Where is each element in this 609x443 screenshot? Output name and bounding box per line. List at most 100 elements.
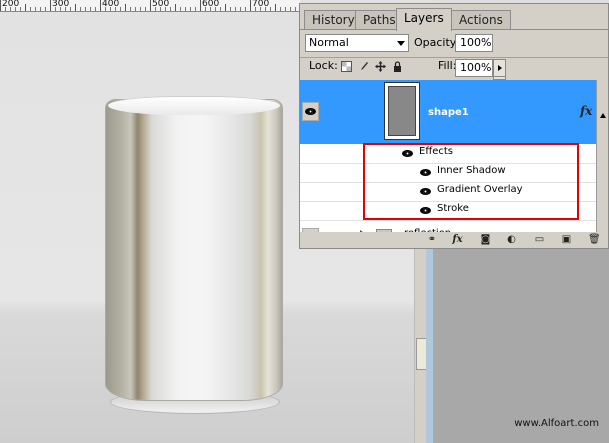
new-layer-icon[interactable]: ▣: [561, 235, 572, 245]
layer-thumbnail: [384, 82, 420, 140]
ruler-tick: [110, 7, 111, 11]
lock-transparent-icon[interactable]: [341, 61, 352, 72]
ruler-tick: [95, 7, 96, 11]
ruler-tick: [5, 7, 6, 11]
lock-image-brush-icon[interactable]: [358, 61, 369, 72]
add-mask-icon[interactable]: ◙: [480, 235, 491, 245]
tab-divider: [300, 29, 608, 30]
ruler-tick: [145, 7, 146, 11]
ruler-tick: [285, 7, 286, 11]
adjustment-layer-icon[interactable]: ◐: [506, 235, 517, 245]
ruler-tick: [295, 7, 296, 11]
ruler-tick: [270, 7, 271, 11]
canvas-edge-strip: [426, 248, 433, 443]
ruler-tick: [85, 7, 86, 11]
ruler-tick: [290, 7, 291, 11]
ruler-tick: [70, 7, 71, 11]
ruler-tick: [215, 7, 216, 11]
ruler-tick: [275, 4, 276, 11]
chevron-down-icon: [397, 41, 405, 46]
ruler-tick: [255, 7, 256, 11]
ruler-tick: [60, 7, 61, 11]
ruler-tick: [245, 7, 246, 11]
fill-label: Fill:: [438, 59, 457, 72]
horizontal-ruler: 200 300 400 500 600 700: [0, 0, 300, 12]
ruler-tick: [250, 0, 251, 11]
ruler-tick: [225, 4, 226, 11]
ruler-tick: [150, 0, 151, 11]
ruler-tick: [130, 7, 131, 11]
ruler-tick: [115, 7, 116, 11]
ruler-tick: [75, 4, 76, 11]
ruler-tick: [210, 7, 211, 11]
tab-layers[interactable]: Layers: [396, 8, 452, 31]
ruler-tick: [240, 7, 241, 11]
ruler-tick: [15, 7, 16, 11]
cylinder-top-rim: [108, 96, 280, 115]
eye-icon: [305, 108, 316, 115]
ruler-tick: [140, 7, 141, 11]
link-icon[interactable]: ⚭: [424, 235, 440, 245]
ruler-tick: [265, 7, 266, 11]
ruler-tick: [205, 7, 206, 11]
lock-position-move-icon[interactable]: [375, 61, 386, 72]
watermark: www.Alfoart.com: [514, 418, 599, 429]
layers-scrollbar[interactable]: [596, 80, 608, 232]
ruler-tick: [40, 7, 41, 11]
lock-label: Lock:: [309, 59, 338, 72]
cylinder-body: [106, 100, 282, 400]
tab-actions[interactable]: Actions: [451, 10, 511, 30]
ruler-tick: [125, 4, 126, 11]
ruler-tick: [200, 0, 201, 11]
ruler-tick: [45, 7, 46, 11]
ruler-tick: [160, 7, 161, 11]
ruler-tick: [185, 7, 186, 11]
tab-history[interactable]: History: [304, 10, 363, 30]
ruler-tick: [10, 7, 11, 11]
layers-bottom-toolbar: ⚭ fx ◙ ◐ ▭ ▣ 🗑: [300, 232, 608, 248]
fill-slider-button[interactable]: [493, 59, 506, 77]
ruler-tick: [20, 7, 21, 11]
ruler-tick: [35, 7, 36, 11]
lock-all-icon[interactable]: [392, 61, 403, 72]
ruler-tick: [65, 7, 66, 11]
ruler-tick: [120, 7, 121, 11]
ruler-tick: [180, 7, 181, 11]
trash-icon[interactable]: 🗑: [588, 235, 601, 245]
ruler-tick: [30, 7, 31, 11]
ruler-tick: [80, 7, 81, 11]
new-group-icon[interactable]: ▭: [534, 235, 545, 245]
ruler-tick: [260, 7, 261, 11]
ruler-tick: [90, 7, 91, 11]
ruler-tick: [230, 7, 231, 11]
add-style-icon[interactable]: fx: [452, 235, 463, 245]
blend-row: Normal Opacity: 100%: [300, 32, 608, 80]
scroll-up-icon[interactable]: [600, 113, 606, 118]
ruler-tick: [105, 7, 106, 11]
layer-visibility-toggle[interactable]: [302, 102, 319, 121]
ruler-tick: [55, 7, 56, 11]
fill-input[interactable]: 100%: [455, 59, 493, 77]
ruler-tick: [100, 0, 101, 11]
ruler-tick: [165, 7, 166, 11]
ruler-tick: [25, 4, 26, 11]
ruler-tick: [0, 0, 1, 11]
ruler-tick: [175, 4, 176, 11]
opacity-label: Opacity:: [414, 36, 460, 49]
pasteboard-area: [433, 248, 609, 443]
ruler-tick: [155, 7, 156, 11]
ruler-tick: [235, 7, 236, 11]
effects-highlight-box: [363, 143, 579, 220]
ruler-tick: [170, 7, 171, 11]
blend-mode-dropdown[interactable]: Normal: [305, 34, 409, 52]
ruler-tick: [135, 7, 136, 11]
ruler-tick: [190, 7, 191, 11]
layer-row-shape1[interactable]: shape1 fx: [300, 80, 596, 144]
ruler-tick: [195, 7, 196, 11]
fx-icon[interactable]: fx: [580, 104, 592, 118]
blend-mode-value: Normal: [309, 36, 349, 49]
ruler-tick: [50, 0, 51, 11]
layer-name: shape1: [428, 107, 469, 118]
cylinder-shape[interactable]: [106, 96, 282, 414]
opacity-input[interactable]: 100%: [455, 34, 493, 52]
